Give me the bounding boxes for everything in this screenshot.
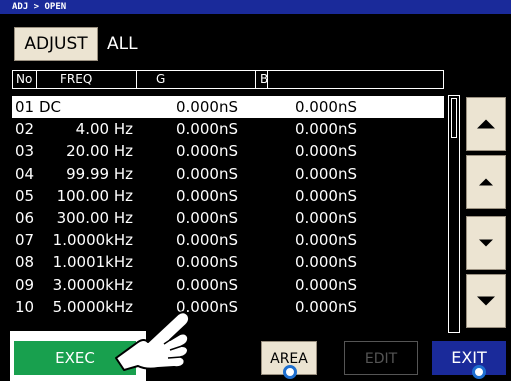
table-row[interactable]: 04 99.99 Hz 0.000nS 0.000nS [12,163,444,185]
table-header: No FREQ G B [12,70,444,89]
column-header-g: G [156,72,166,86]
row-up-button[interactable] [466,155,506,209]
row-b-value: 0.000nS [295,253,357,272]
column-header-no: No [16,72,33,86]
row-g-value: 0.000nS [176,98,238,116]
column-header-freq: FREQ [60,72,93,86]
area-callout-marker [283,365,297,379]
adjust-mode-value: ALL [107,34,138,54]
scrollbar-thumb[interactable] [451,98,457,138]
row-number: 04 [15,164,35,183]
adjust-button[interactable]: ADJUST [14,27,98,61]
row-b-value: 0.000nS [295,98,357,116]
row-down-button[interactable] [466,216,506,270]
row-b-value: 0.000nS [295,186,357,205]
table-row[interactable]: 02 4.00 Hz 0.000nS 0.000nS [12,118,444,140]
row-frequency: 3.0000kHz [52,275,133,294]
row-number: 06 [15,208,35,227]
row-number: 02 [15,120,35,139]
exit-button[interactable]: EXIT [432,341,506,375]
triangle-down-icon [479,239,493,247]
row-number: 03 [15,142,35,161]
row-b-value: 0.000nS [295,208,357,227]
row-number: 10 [15,297,35,316]
row-frequency: 1.0001kHz [52,253,133,272]
column-separator [255,71,256,88]
row-frequency: 4.00 Hz [75,120,133,139]
row-g-value: 0.000nS [176,231,238,250]
row-frequency: 300.00 Hz [56,208,133,227]
row-b-value: 0.000nS [295,120,357,139]
page-up-button[interactable] [466,97,506,151]
table-row[interactable]: 09 3.0000kHz 0.000nS 0.000nS [12,274,444,296]
exit-callout-marker [472,365,486,379]
column-separator [36,71,37,88]
row-number: 08 [15,253,35,272]
page-down-button[interactable] [466,274,506,328]
row-g-value: 0.000nS [176,120,238,139]
instrument-screen: ADJ > OPEN ADJUST ALL No FREQ G B 01 DC … [0,0,511,381]
row-g-value: 0.000nS [176,253,238,272]
row-g-value: 0.000nS [176,275,238,294]
table-row[interactable]: 05 100.00 Hz 0.000nS 0.000nS [12,185,444,207]
table-row[interactable]: 01 DC 0.000nS 0.000nS [12,96,444,119]
table-body: 01 DC 0.000nS 0.000nS 02 4.00 Hz 0.000nS… [12,96,444,318]
breadcrumb: ADJ > OPEN [0,0,511,14]
table-row[interactable]: 08 1.0001kHz 0.000nS 0.000nS [12,251,444,273]
row-g-value: 0.000nS [176,208,238,227]
row-b-value: 0.000nS [295,275,357,294]
table-scrollbar[interactable] [448,95,460,333]
row-number: 07 [15,231,35,250]
row-number: 09 [15,275,35,294]
column-separator [267,71,268,88]
row-frequency: 100.00 Hz [56,186,133,205]
pointing-hand-icon [115,311,191,371]
table-row[interactable]: 03 20.00 Hz 0.000nS 0.000nS [12,140,444,162]
column-separator [136,71,137,88]
row-g-value: 0.000nS [176,142,238,161]
row-frequency: 20.00 Hz [66,142,133,161]
row-number: 01 [15,98,35,116]
row-g-value: 0.000nS [176,186,238,205]
triangle-down-icon [477,296,495,306]
row-b-value: 0.000nS [295,231,357,250]
table-row[interactable]: 07 1.0000kHz 0.000nS 0.000nS [12,229,444,251]
correction-table: No FREQ G B 01 DC 0.000nS 0.000nS 02 4.0… [12,70,444,328]
triangle-up-icon [477,119,495,129]
triangle-up-icon [479,178,493,186]
table-row[interactable]: 10 5.0000kHz 0.000nS 0.000nS [12,296,444,318]
row-g-value: 0.000nS [176,164,238,183]
table-row[interactable]: 06 300.00 Hz 0.000nS 0.000nS [12,207,444,229]
row-b-value: 0.000nS [295,164,357,183]
row-number: 05 [15,186,35,205]
row-frequency: 99.99 Hz [66,164,133,183]
row-frequency: 1.0000kHz [52,231,133,250]
row-frequency: DC [39,98,62,116]
edit-button[interactable]: EDIT [344,341,418,375]
row-b-value: 0.000nS [295,142,357,161]
row-b-value: 0.000nS [295,297,357,316]
